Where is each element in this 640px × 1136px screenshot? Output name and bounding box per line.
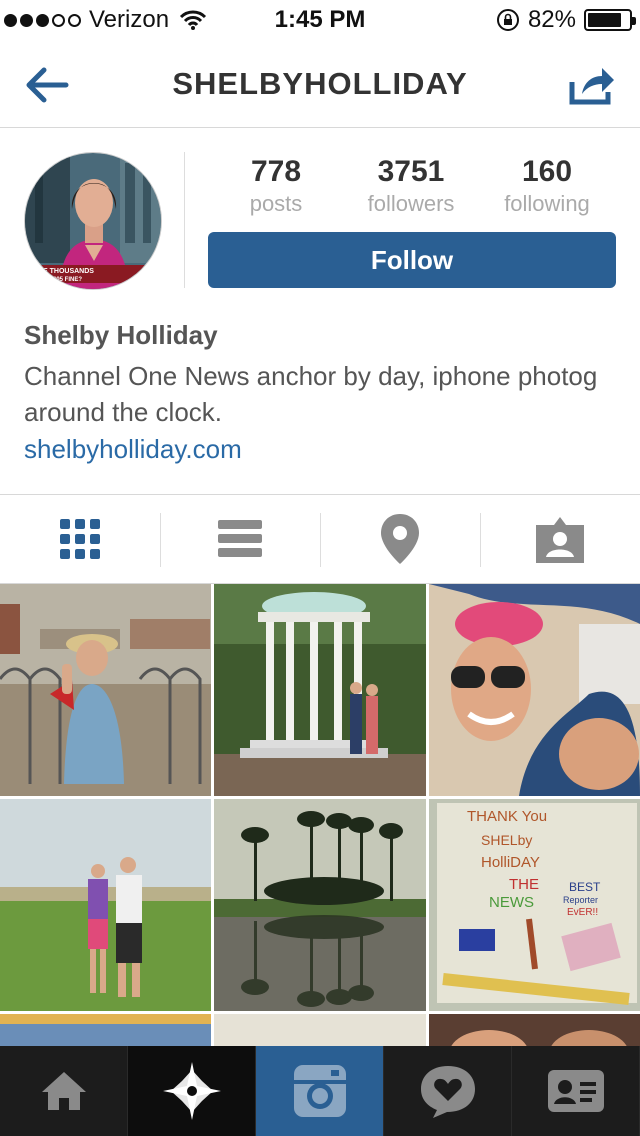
- tab-grid-view[interactable]: [0, 495, 160, 583]
- tab-camera[interactable]: [256, 1046, 384, 1136]
- drawing-text-line1: THANK You: [467, 808, 547, 825]
- rotation-lock-icon: [496, 9, 519, 31]
- drawing-text-line5: NEWS: [489, 894, 534, 911]
- tab-explore[interactable]: [128, 1046, 256, 1136]
- battery-icon: [584, 9, 636, 31]
- following-label: following: [504, 191, 590, 216]
- profile-website-link[interactable]: shelbyholliday.com: [24, 434, 242, 465]
- posts-count[interactable]: 778 posts: [206, 155, 346, 217]
- drawing-text-line6: BEST: [569, 880, 601, 894]
- avatar-caption-line1: E THOUSANDS: [43, 268, 94, 275]
- following-value: 160: [521, 155, 573, 188]
- location-pin-icon: [381, 514, 419, 564]
- camera-icon: [293, 1065, 346, 1117]
- followers-label: followers: [367, 191, 455, 216]
- photo-thumbnail[interactable]: [429, 584, 640, 796]
- photo-thumbnail[interactable]: [214, 584, 426, 796]
- tagged-person-icon: [536, 517, 584, 563]
- tab-profile[interactable]: [512, 1046, 640, 1136]
- followers-count[interactable]: 3751 followers: [341, 155, 481, 217]
- drawing-text-line2: SHELby: [481, 832, 532, 848]
- posts-value: 778: [250, 155, 302, 188]
- tab-map-view[interactable]: [320, 495, 480, 583]
- divider: [184, 152, 185, 288]
- drawing-text-line3: HolliDAY: [481, 854, 540, 871]
- photo-thumbnail[interactable]: THANK You SHELby HolliDAY THE NEWS BEST …: [429, 799, 640, 1011]
- battery-percent: 82%: [527, 6, 576, 33]
- share-icon[interactable]: [564, 60, 618, 110]
- tab-tagged-view[interactable]: [480, 495, 640, 583]
- explore-star-icon: [162, 1062, 221, 1120]
- following-count[interactable]: 160 following: [477, 155, 617, 217]
- photo-thumbnail[interactable]: [0, 584, 211, 796]
- profile-name: Shelby Holliday: [24, 320, 218, 350]
- page-title: SHELBYHOLLIDAY: [172, 66, 468, 101]
- tab-home[interactable]: [0, 1046, 128, 1136]
- drawing-text-line8: EvER!!: [567, 907, 598, 918]
- drawing-text-line4: THE: [509, 876, 539, 893]
- photo-thumbnail[interactable]: [0, 799, 211, 1011]
- navigation-bar: SHELBYHOLLIDAY: [0, 40, 640, 128]
- profile-avatar[interactable]: E THOUSANDS $95 FINE?: [24, 152, 162, 290]
- drawing-text-line7: Reporter: [563, 895, 598, 905]
- posts-label: posts: [249, 191, 303, 216]
- tab-list-view[interactable]: [160, 495, 320, 583]
- status-bar: Verizon 1:45 PM 82%: [0, 0, 640, 40]
- avatar-caption-line2: $95 FINE?: [53, 277, 82, 283]
- grid-icon: [60, 519, 100, 559]
- list-icon: [218, 520, 262, 557]
- avatar-image: E THOUSANDS $95 FINE?: [25, 153, 161, 289]
- photo-thumbnail[interactable]: [214, 799, 426, 1011]
- heart-speech-bubble-icon: [420, 1066, 475, 1118]
- bottom-tab-bar: [0, 1046, 640, 1136]
- follow-button[interactable]: Follow: [208, 232, 616, 288]
- battery-info: 82%: [496, 6, 636, 34]
- profile-bio: Channel One News anchor by day, iphone p…: [24, 361, 598, 427]
- profile-view-tabs: [0, 494, 640, 584]
- profile-card-icon: [547, 1070, 604, 1112]
- tab-news[interactable]: [384, 1046, 512, 1136]
- followers-value: 3751: [377, 155, 445, 188]
- photo-grid: THANK You SHELby HolliDAY THE NEWS BEST …: [0, 584, 640, 1054]
- home-icon: [41, 1072, 86, 1110]
